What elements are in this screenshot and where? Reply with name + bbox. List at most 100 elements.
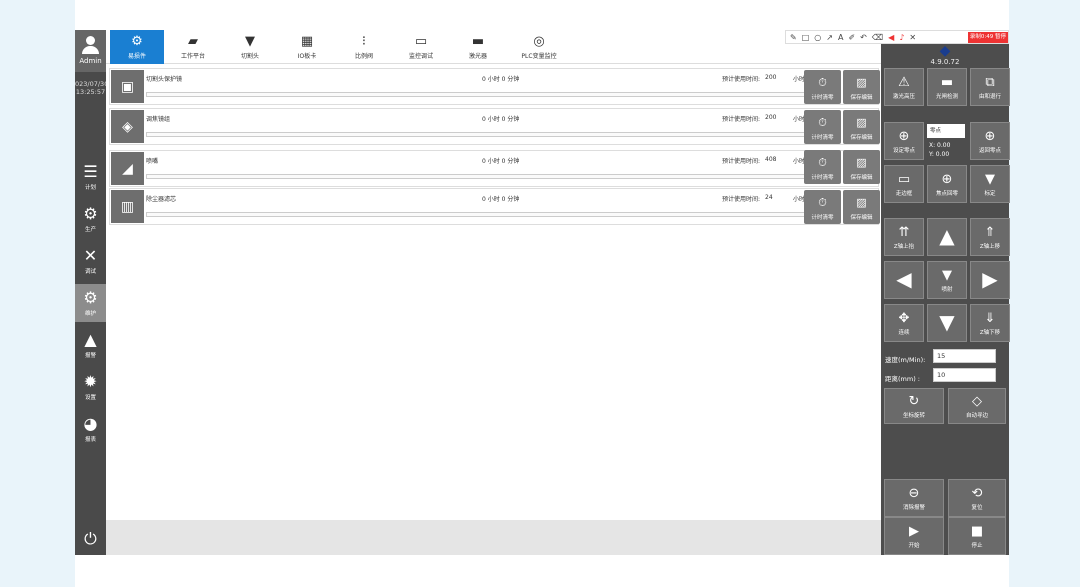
tab-io-board[interactable]: ▦ IO板卡: [280, 30, 334, 64]
reset-timer-button[interactable]: ⏱ 计时清零: [804, 110, 841, 144]
monitor-icon: ▭: [414, 34, 428, 49]
move-down-button[interactable]: ▼: [927, 304, 967, 342]
part-used-time: 0 小时 0 分钟: [482, 116, 520, 123]
tab-monitor-debug[interactable]: ▭ 监控调试: [394, 30, 448, 64]
marker-icon[interactable]: ✐: [848, 33, 855, 42]
sidebar-item-report[interactable]: ◕ 报表: [75, 410, 106, 448]
reset-timer-button[interactable]: ⏱ 计时清零: [804, 190, 841, 224]
set-zero-button[interactable]: ⊕ 设定零点: [884, 122, 924, 160]
part-plan-value[interactable]: 408: [765, 156, 776, 163]
sidebar-item-debug[interactable]: ✕ 调试: [75, 242, 106, 280]
button-label: 由和退行: [978, 93, 1001, 100]
coordinate-rotate-button[interactable]: ↻ 坐标旋转: [884, 388, 944, 424]
reset-button[interactable]: ⟲ 复位: [948, 479, 1006, 517]
nozzle-icon: ▼: [985, 171, 995, 187]
reset-timer-button[interactable]: ⏱ 计时清零: [804, 150, 841, 184]
y-readout: Y: 0.00: [929, 151, 950, 158]
arrow-icon[interactable]: ↗: [826, 33, 833, 42]
shutter-check-button[interactable]: ▬ 光闸检测: [927, 68, 967, 106]
auto-find-edge-button[interactable]: ◇ 自动寻边: [948, 388, 1006, 424]
clear-alarm-button[interactable]: ⊖ 消除报警: [884, 479, 944, 517]
save-edit-button[interactable]: ▨ 保存编辑: [843, 150, 880, 184]
button-label: 自动寻边: [965, 412, 988, 419]
circle-icon[interactable]: ○: [814, 33, 821, 42]
sidebar-item-label: 调试: [84, 269, 96, 275]
image-edit-icon: ▨: [856, 76, 867, 89]
tab-cutting-head[interactable]: ▼ 切割头: [223, 30, 277, 64]
move-right-button[interactable]: ▶: [970, 261, 1010, 299]
button-label: 开始: [908, 542, 920, 549]
tab-work-platform[interactable]: ▰ 工作平台: [166, 30, 220, 64]
z-up-limit-button[interactable]: ⇈ Z轴上抬: [884, 218, 924, 256]
text-icon[interactable]: A: [838, 33, 843, 42]
power-icon[interactable]: ⏻: [75, 529, 106, 549]
valve-icon: ⁝: [361, 34, 367, 49]
jog-mode-button[interactable]: ✥ 连续: [884, 304, 924, 342]
save-edit-button[interactable]: ▨ 保存编辑: [843, 190, 880, 224]
tab-label: 切割头: [240, 53, 259, 60]
filter-icon: ▥: [111, 190, 144, 223]
sidebar-item-production[interactable]: ⚙ 生产: [75, 200, 106, 238]
tab-wear-parts[interactable]: ⚙ 易损件: [110, 30, 164, 64]
speed-input[interactable]: 15: [933, 349, 996, 363]
button-label: Z轴上移: [979, 243, 1001, 250]
sidebar-item-settings[interactable]: ✹ 设置: [75, 368, 106, 406]
z-down-button[interactable]: ⇓ Z轴下移: [970, 304, 1010, 342]
save-edit-button[interactable]: ▨ 保存编辑: [843, 70, 880, 104]
button-label: 光闸检测: [935, 93, 958, 100]
stopwatch-icon: ⏱: [818, 156, 827, 169]
part-plan-value[interactable]: 200: [765, 114, 776, 121]
button-label: 保存编辑: [850, 215, 873, 221]
pen-icon[interactable]: ✎: [790, 33, 797, 42]
plc-icon: ◎: [533, 34, 545, 49]
follow-exit-button[interactable]: ⧉ 由和退行: [970, 68, 1010, 106]
close-icon[interactable]: ✕: [909, 33, 916, 42]
mic-mute-icon[interactable]: ♪: [899, 33, 904, 42]
move-up-button[interactable]: ▲: [927, 218, 967, 256]
arrow-left-icon: ◀: [896, 267, 912, 291]
save-edit-button[interactable]: ▨ 保存编辑: [843, 110, 880, 144]
z-up-button[interactable]: ⇑ Z轴上移: [970, 218, 1010, 256]
button-label: 保存编辑: [850, 135, 873, 141]
rotate-icon: ↻: [908, 393, 920, 409]
laser-high-voltage-button[interactable]: ⚠ 激光高压: [884, 68, 924, 106]
button-label: 计时清零: [811, 135, 834, 141]
part-used-time: 0 小时 0 分钟: [482, 196, 520, 203]
image-edit-icon: ▨: [856, 116, 867, 129]
recording-badge[interactable]: 录制0:49 暂停: [967, 32, 1008, 43]
speaker-mute-icon[interactable]: ◀: [888, 33, 894, 42]
start-button[interactable]: ▶ 开始: [884, 517, 944, 555]
user-block[interactable]: Admin: [75, 30, 106, 72]
rectangle-icon[interactable]: □: [802, 33, 810, 42]
spot-button[interactable]: ▼ 喷射: [927, 261, 967, 299]
zero-point-select[interactable]: 零点: [927, 124, 965, 138]
sidebar-item-maintenance[interactable]: ⚙ 维护: [75, 284, 106, 322]
calibrate-button[interactable]: ▼ 标定: [970, 165, 1010, 203]
usage-progress-bar: [146, 212, 809, 217]
usage-progress-bar: [146, 92, 809, 97]
control-panel: ◆ 4.9.0.72 ⚠ 激光高压 ▬ 光闸检测 ⧉ 由和退行 ⊕ 设定零点 零点 X:…: [881, 44, 1010, 555]
part-used-time: 0 小时 0 分钟: [482, 158, 520, 165]
sidebar-item-label: 报警: [84, 353, 96, 359]
sidebar-item-plan[interactable]: ☰ 计划: [75, 158, 106, 196]
button-label: 设定零点: [892, 147, 915, 154]
move-left-button[interactable]: ◀: [884, 261, 924, 299]
parts-icon: ⚙: [131, 34, 143, 49]
crosshair-icon: ⊕: [941, 171, 953, 187]
move-arrows-icon: ✥: [898, 310, 910, 326]
sidebar-item-alarm[interactable]: ▲ 报警: [75, 326, 106, 364]
tab-proportional-valve[interactable]: ⁝ 比例阀: [337, 30, 391, 64]
walk-edge-button[interactable]: ▭ 走边框: [884, 165, 924, 203]
trash-icon[interactable]: ⌫: [872, 33, 883, 42]
return-zero-button[interactable]: ⊕ 返回零点: [970, 122, 1010, 160]
stop-button[interactable]: ■ 停止: [948, 517, 1006, 555]
tab-plc-monitor[interactable]: ◎ PLC变量监控: [508, 30, 570, 64]
focus-zero-button[interactable]: ⊕ 焦点回零: [927, 165, 967, 203]
reset-timer-button[interactable]: ⏱ 计时清零: [804, 70, 841, 104]
part-plan-value[interactable]: 24: [765, 194, 773, 201]
pie-chart-icon: ◕: [83, 414, 98, 433]
distance-input[interactable]: 10: [933, 368, 996, 382]
part-plan-value[interactable]: 200: [765, 74, 776, 81]
tab-laser[interactable]: ▬ 激光器: [451, 30, 505, 64]
undo-icon[interactable]: ↶: [860, 33, 867, 42]
